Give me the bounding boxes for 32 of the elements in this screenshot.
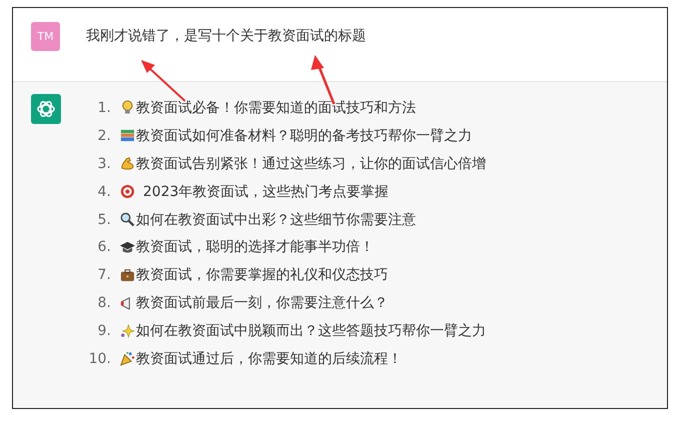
graduation-cap-icon — [120, 240, 135, 255]
user-message-text: 我刚才说错了，是写十个关于教资面试的标题 — [86, 27, 366, 45]
list-item-text: 如何在教资面试中脱颖而出？这些答题技巧帮你一臂之力 — [136, 322, 486, 340]
sparkles-icon — [120, 324, 135, 339]
list-number: 8. — [96, 295, 111, 312]
list-number: 6. — [96, 239, 111, 256]
list-number: 2. — [96, 128, 111, 144]
flexed-arm-icon — [120, 156, 135, 172]
list-number: 7. — [96, 267, 111, 284]
list-number: 5. — [96, 212, 111, 228]
bulb-icon — [120, 100, 135, 116]
search-icon — [120, 212, 135, 227]
list-item-text: 教资面试，聪明的选择才能事半功倍！ — [136, 238, 374, 256]
assistant-logo-icon — [31, 94, 61, 124]
list-number: 1. — [96, 100, 111, 116]
target-icon — [120, 184, 135, 200]
briefcase-icon — [120, 268, 135, 283]
books-icon — [120, 128, 135, 144]
annotation-arrow — [141, 60, 186, 102]
list-number: 3. — [96, 156, 111, 172]
list-item-text: 教资面试如何准备材料？聪明的备考技巧帮你一臂之力 — [136, 126, 472, 145]
list-item-text: 2023年教资面试，这些热门考点要掌握 — [143, 182, 389, 201]
list-number: 4. — [96, 184, 111, 200]
user-avatar: TM — [31, 22, 60, 51]
party-popper-icon — [120, 351, 135, 366]
list-item-text: 教资面试前最后一刻，你需要注意什么？ — [136, 294, 388, 312]
list-item-text: 教资面试告别紧张！通过这些练习，让你的面试信心倍增 — [136, 154, 486, 173]
list-number: 10. — [88, 350, 111, 367]
list-item-text: 如何在教资面试中出彩？这些细节你需要注意 — [136, 210, 416, 228]
list-number: 9. — [96, 323, 111, 340]
list-item-text: 教资面试，你需要掌握的礼仪和仪态技巧 — [136, 266, 388, 284]
list-item-text: 教资面试通过后，你需要知道的后续流程！ — [136, 350, 402, 368]
